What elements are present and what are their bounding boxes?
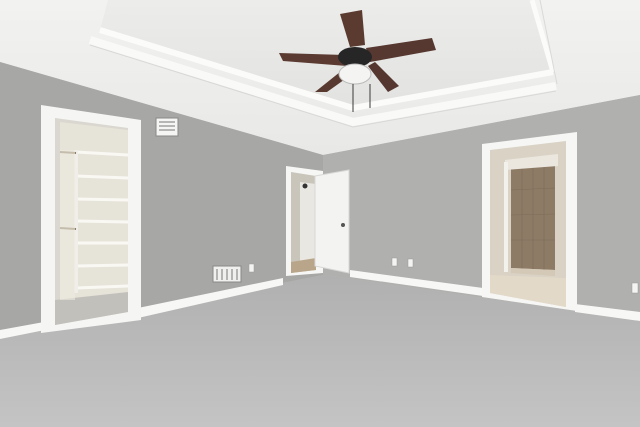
door-knob	[341, 223, 345, 227]
closet-doorway	[41, 105, 141, 333]
wall-vent	[155, 117, 179, 137]
fan-light	[338, 63, 372, 85]
bathroom-doorway	[482, 132, 577, 311]
bedroom-photo	[0, 0, 640, 427]
hallway-door-panel	[314, 169, 350, 274]
